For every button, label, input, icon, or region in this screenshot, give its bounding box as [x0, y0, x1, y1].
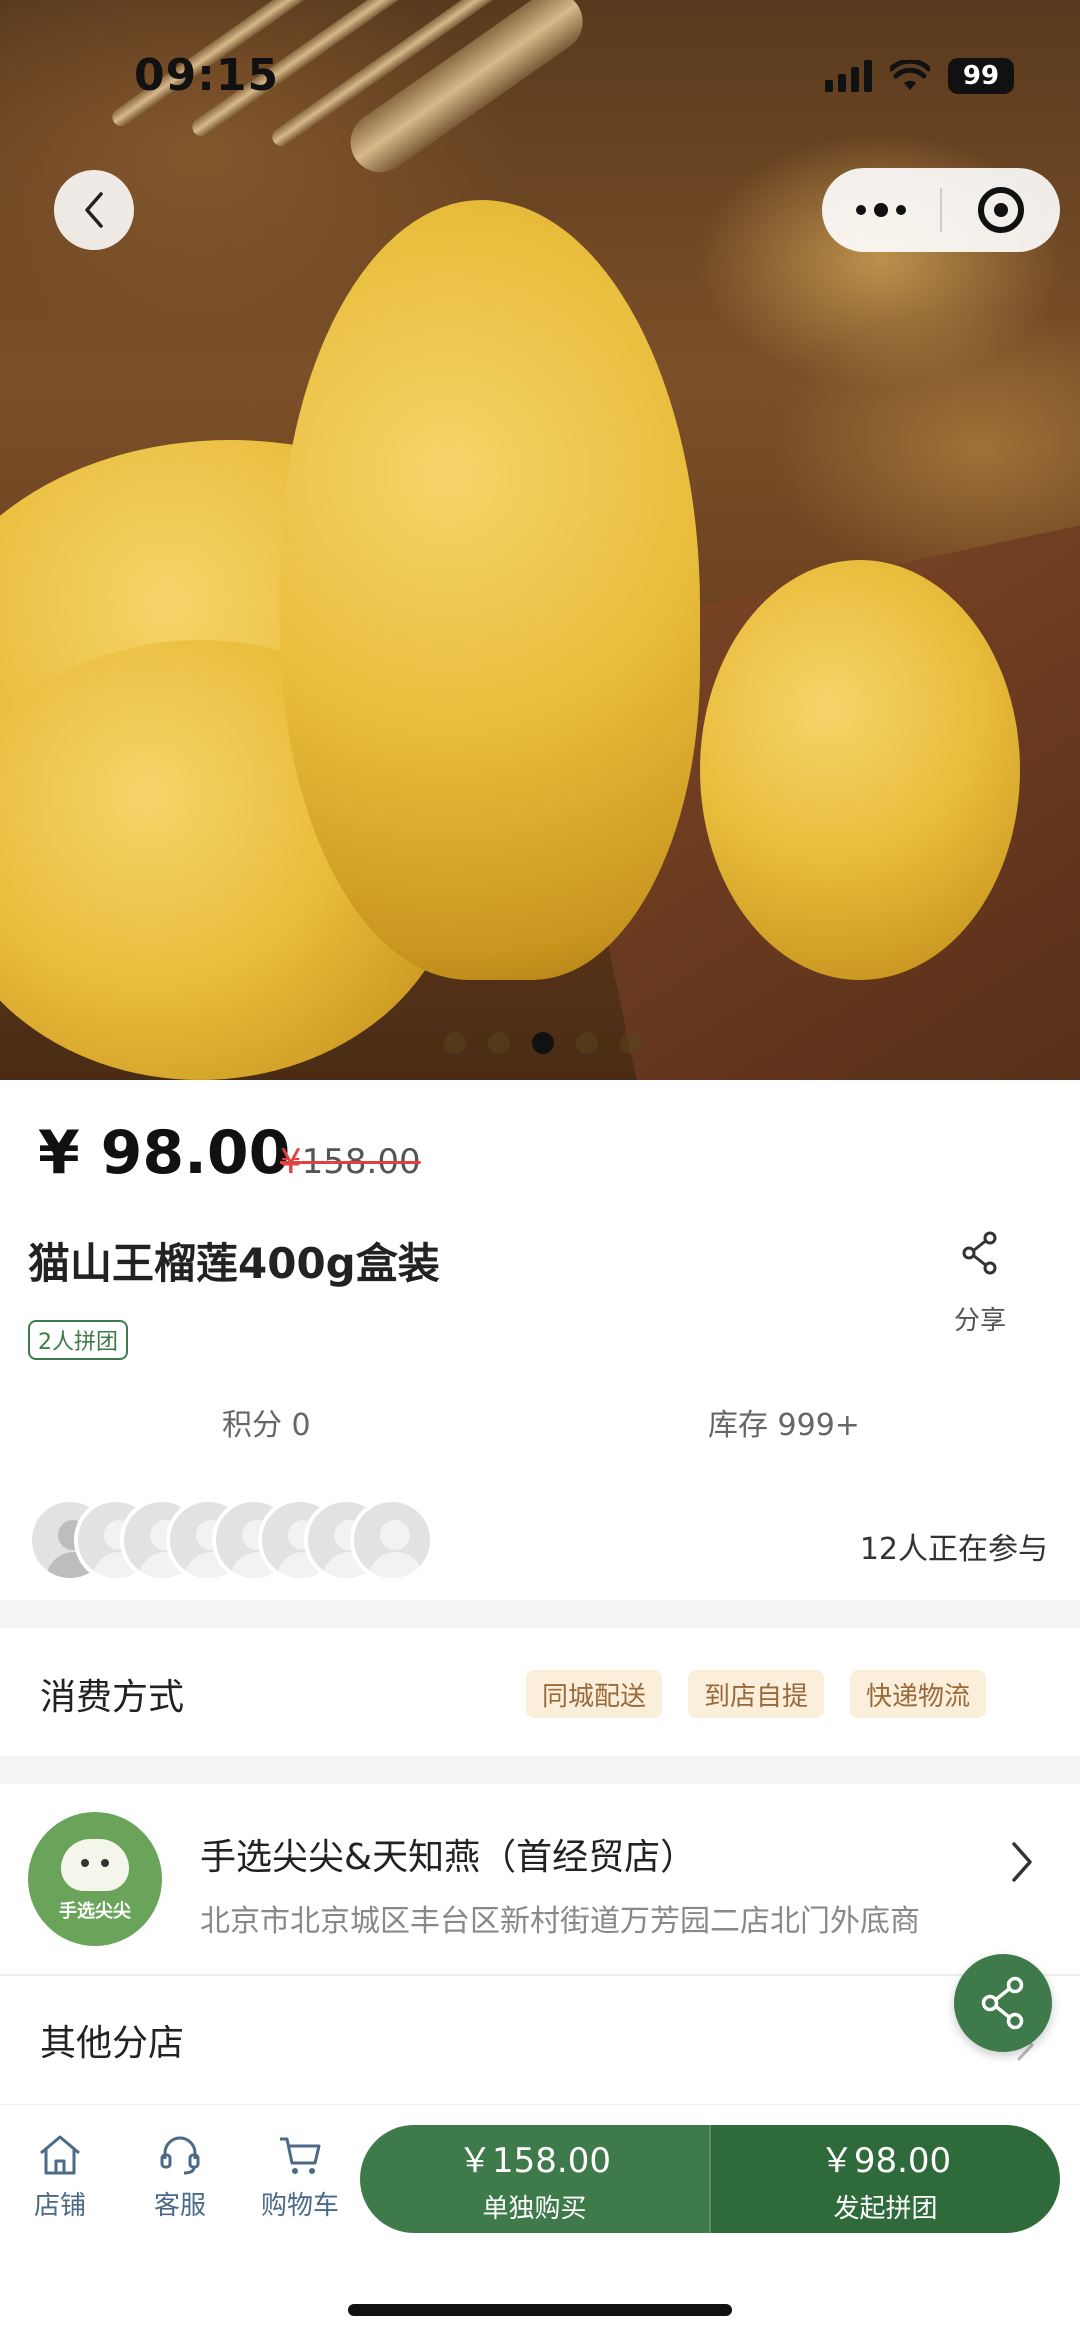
store-name[interactable]: 手选尖尖&天知燕（首经贸店） [200, 1828, 696, 1880]
durian-flesh-image [700, 560, 1020, 980]
consumption-method-row: 消费方式 同城配送 到店自提 快递物流 [0, 1628, 1080, 1756]
headset-icon [160, 2136, 200, 2175]
chip-store-pickup[interactable]: 到店自提 [688, 1670, 825, 1718]
more-dots-icon [856, 203, 906, 217]
target-icon [978, 187, 1024, 233]
status-icons: 99 [825, 58, 1014, 94]
cart-icon [280, 2137, 321, 2174]
battery-indicator: 99 [948, 58, 1014, 94]
group-buy-tag: 2人拼团 [28, 1320, 128, 1360]
tab-service-label: 客服 [153, 2191, 206, 2221]
product-image-carousel[interactable] [0, 0, 1080, 1080]
product-title: 猫山王榴莲400g盒装 [28, 1239, 440, 1288]
points-text: 积分 0 [222, 1408, 311, 1443]
stock-text: 库存 999+ [708, 1408, 860, 1443]
buy-alone-price: ￥158.00 [458, 2141, 611, 2181]
floating-share-button[interactable] [954, 1954, 1052, 2052]
tab-customer-service[interactable]: 客服 [130, 2133, 230, 2222]
signal-icon [825, 60, 872, 92]
original-price-symbol: ¥ [280, 1142, 302, 1182]
durian-mascot-icon [61, 1839, 129, 1891]
chip-local-delivery[interactable]: 同城配送 [526, 1670, 663, 1718]
buy-alone-label: 单独购买 [482, 2194, 587, 2224]
back-button[interactable] [54, 170, 134, 250]
pager-dot-active[interactable] [532, 1032, 554, 1054]
participant-avatars [28, 1498, 608, 1582]
tab-cart-label: 购物车 [260, 2191, 339, 2221]
current-price: ¥ 98.00 [38, 1118, 291, 1188]
consumption-method-chips: 同城配送 到店自提 快递物流 [526, 1670, 987, 1718]
chip-express-shipping[interactable]: 快递物流 [850, 1670, 987, 1718]
pager-dot[interactable] [576, 1032, 598, 1054]
home-indicator [348, 2304, 732, 2316]
fork-image [338, 0, 595, 185]
pager-dot[interactable] [488, 1032, 510, 1054]
durian-flesh-image [280, 200, 700, 980]
avatar [350, 1498, 434, 1582]
share-icon [962, 1231, 997, 1275]
close-miniprogram-button[interactable] [942, 168, 1060, 252]
home-icon [40, 2135, 80, 2175]
purchase-buttons: ￥158.00 单独购买 ￥98.00 发起拼团 [360, 2125, 1060, 2233]
consumption-method-title: 消费方式 [40, 1677, 185, 1718]
store-logo-text: 手选尖尖 [59, 1901, 131, 1922]
mini-program-capsule [822, 168, 1060, 252]
other-branches-link[interactable]: 其他分店 [40, 2014, 184, 2066]
buy-alone-button[interactable]: ￥158.00 单独购买 [360, 2125, 709, 2233]
store-address: 北京市北京城区丰台区新村街道万芳园二店北门外底商 [200, 1904, 920, 1939]
chevron-left-icon [85, 192, 103, 228]
start-group-buy-button[interactable]: ￥98.00 发起拼团 [709, 2125, 1060, 2233]
tab-cart[interactable]: 购物车 [250, 2133, 350, 2222]
participants-count: 12人正在参与 [859, 1532, 1048, 1567]
store-card: 手选尖尖 手选尖尖&天知燕（首经贸店） 北京市北京城区丰台区新村街道万芳园二店北… [0, 1784, 1080, 2104]
more-button[interactable] [822, 168, 940, 252]
tab-store[interactable]: 店铺 [10, 2133, 110, 2222]
share-button[interactable]: 分享 [940, 1230, 1020, 1337]
chevron-right-icon[interactable] [1010, 1840, 1036, 1884]
share-icon [981, 1976, 1024, 2030]
store-logo[interactable]: 手选尖尖 [28, 1812, 162, 1946]
group-buy-label: 发起拼团 [833, 2194, 938, 2224]
pager-dot[interactable] [444, 1032, 466, 1054]
pager-dot[interactable] [620, 1032, 642, 1054]
divider [0, 1974, 1080, 1976]
group-buy-price: ￥98.00 [819, 2141, 952, 2181]
original-price: ¥158.00 [280, 1142, 421, 1182]
status-time: 09:15 [134, 50, 280, 101]
wifi-icon [890, 60, 930, 90]
carousel-pager [444, 1032, 642, 1054]
original-price-value: 158.00 [301, 1142, 421, 1182]
tab-store-label: 店铺 [33, 2191, 86, 2221]
share-label: 分享 [953, 1306, 1006, 1336]
product-info-card: ¥ 98.00 ¥158.00 猫山王榴莲400g盒装 2人拼团 分享 积分 0… [0, 1080, 1080, 1600]
